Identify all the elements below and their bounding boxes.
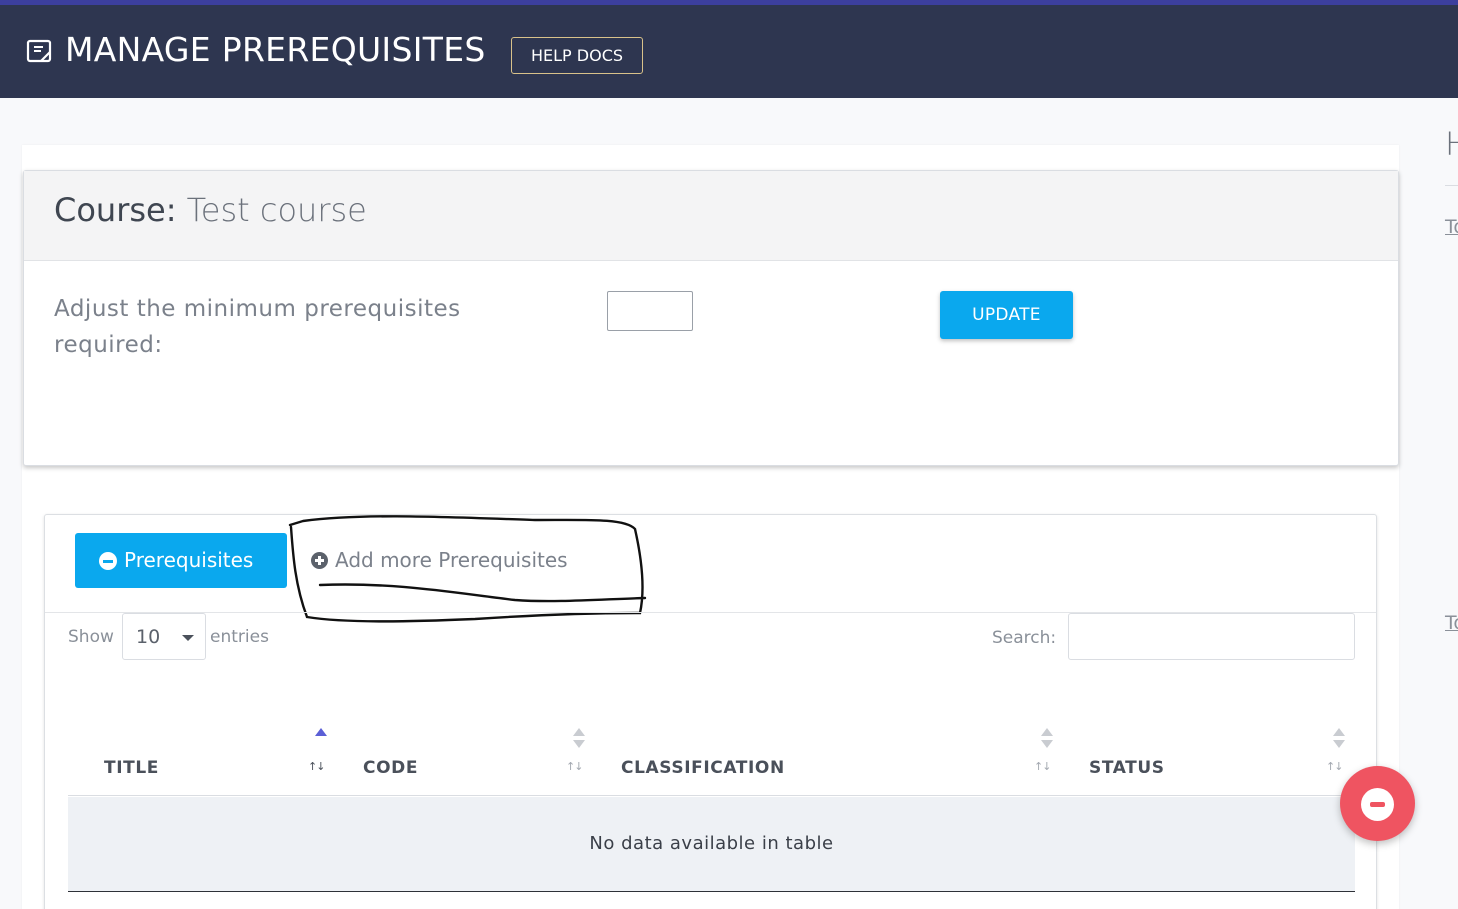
column-header-title[interactable]: TITLE: [104, 758, 159, 778]
sort-down-icon: [573, 740, 585, 748]
page-header: MANAGE PREREQUISITES HELP DOCS: [0, 5, 1458, 98]
sidebar-link[interactable]: To: [1445, 612, 1458, 634]
page-title: MANAGE PREREQUISITES: [65, 30, 486, 69]
chevron-down-icon: [182, 635, 194, 641]
minus-circle-icon: [99, 552, 117, 570]
table-header: TITLE ↑↓ CODE ↑↓ CLASSIFICATION ↑↓ STATU…: [68, 710, 1355, 796]
page-length-value: 10: [136, 626, 161, 648]
sort-arrows-icon: ↑↓: [566, 760, 583, 773]
sort-down-icon: [1041, 740, 1053, 748]
course-card-header: Course: Test course: [24, 171, 1398, 261]
sort-arrows-icon: ↑↓: [1034, 760, 1051, 773]
course-card: Course: Test course Adjust the minimum p…: [23, 170, 1399, 466]
sidebar-heading: H: [1445, 125, 1458, 163]
min-prerequisites-label: Adjust the minimum prerequisites require…: [54, 296, 461, 358]
sort-ascending-icon: [315, 728, 327, 736]
help-docs-button[interactable]: HELP DOCS: [511, 37, 643, 74]
tab-prerequisites[interactable]: Prerequisites: [75, 533, 287, 588]
course-name: Test course: [186, 191, 367, 229]
sort-up-icon: [1333, 728, 1345, 736]
page-length-select[interactable]: 10: [122, 613, 206, 660]
sort-arrows-icon: ↑↓: [308, 760, 325, 773]
sort-arrows-icon: ↑↓: [1326, 760, 1343, 773]
course-heading: Course: Test course: [54, 191, 367, 229]
sort-up-icon: [1041, 728, 1053, 736]
table-row: No data available in table: [68, 797, 1355, 892]
column-header-code[interactable]: CODE: [363, 758, 418, 778]
search-input[interactable]: [1068, 613, 1355, 660]
minus-circle-icon: [1361, 788, 1394, 821]
course-label: Course:: [54, 191, 177, 229]
sidebar-divider: [1445, 185, 1458, 186]
document-icon: [26, 39, 52, 63]
column-header-status[interactable]: STATUS: [1089, 758, 1165, 778]
entries-label: entries: [210, 627, 269, 647]
sidebar-link[interactable]: To: [1445, 216, 1458, 238]
update-button[interactable]: UPDATE: [940, 291, 1073, 339]
plus-circle-icon: [311, 552, 328, 569]
tab-add-prerequisites-label: Add more Prerequisites: [335, 548, 568, 572]
column-header-classification[interactable]: CLASSIFICATION: [621, 758, 785, 778]
min-prerequisites-input[interactable]: [607, 291, 693, 331]
empty-table-message: No data available in table: [589, 833, 834, 854]
prerequisites-card: Prerequisites Add more Prerequisites Sho…: [44, 514, 1377, 909]
show-label: Show: [68, 627, 114, 647]
tab-prerequisites-label: Prerequisites: [124, 548, 254, 572]
floating-action-button[interactable]: [1340, 766, 1415, 841]
search-label: Search:: [992, 628, 1057, 648]
sort-down-icon: [1333, 740, 1345, 748]
sort-up-icon: [573, 728, 585, 736]
